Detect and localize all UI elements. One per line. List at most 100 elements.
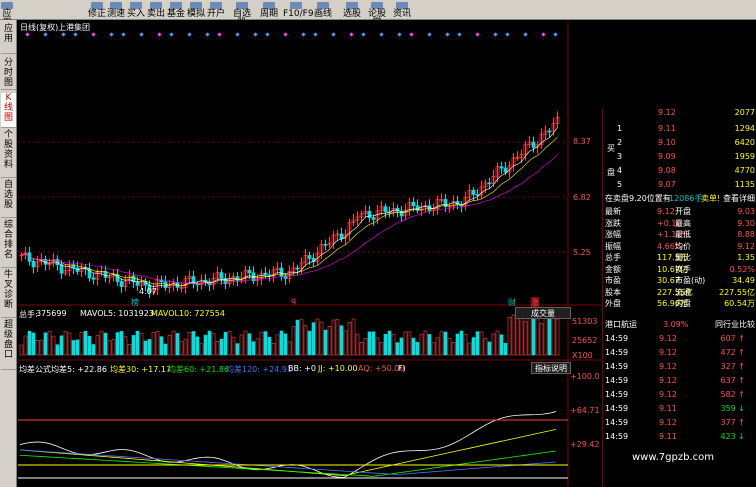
info-mine-icon (253, 32, 258, 37)
volume-bar (243, 330, 248, 356)
marker-q[interactable]: q (291, 296, 296, 305)
quote-cell: 9.12 (659, 362, 677, 371)
kline-chart-area[interactable]: 日线(复权) 上港集团 8.37 6.82 5.25 4.07 榜 q 财 涨 … (18, 20, 601, 487)
volume-bar (471, 337, 476, 356)
volume-bar (439, 331, 444, 356)
tick-row: 14:59 9.12 472 ↑ (603, 348, 756, 358)
volume-bar (487, 341, 492, 356)
sidebar-tab-5[interactable]: 综 合 排 名 (1, 220, 16, 268)
volume-bar (555, 318, 560, 356)
volume-bar (187, 332, 192, 356)
volume-bar (79, 332, 84, 356)
quote-cell: 637 ↑ (720, 376, 745, 385)
sidebar-tab-2[interactable]: K 线 图 (1, 93, 16, 128)
volume-bar (511, 314, 516, 356)
candle-body (59, 264, 64, 274)
volume-bar (123, 336, 128, 356)
info-mine-icon (109, 32, 114, 37)
tick-row: 14:59 9.12 637 ↑ (603, 376, 756, 386)
toolbar-button-2[interactable]: 测速 (107, 2, 125, 19)
toolbar-button-0[interactable]: 应用 (0, 2, 14, 28)
volume-bar (127, 343, 132, 356)
indicator-jc120: 均差120: +24.91 (226, 365, 293, 374)
toolbar-button-13[interactable]: 论股堂 (366, 2, 388, 28)
quote-cell: 振幅 (605, 241, 621, 251)
volume-bar (399, 337, 404, 356)
toolbar-button-7[interactable]: 开户 (207, 2, 225, 19)
sector-row: 港口航运 3.09% 同行业比较 (603, 320, 756, 330)
toolbar-button-12[interactable]: 选股 (342, 2, 362, 19)
toolbar-button-10[interactable]: F10/F9 (283, 2, 314, 19)
info-mine-icon (475, 32, 480, 37)
volume-bar (375, 337, 380, 356)
quote-cell: 9.12 (659, 334, 677, 343)
volume-bar (347, 322, 352, 356)
sidebar-tab-4[interactable]: 自 选 股 (1, 180, 16, 218)
volume-bar (91, 344, 96, 356)
info-mine-icon (301, 32, 306, 37)
volume-bar (215, 341, 220, 356)
toolbar-button-label: F10/F9 (283, 9, 314, 19)
indicator-axis-2: +64.71 (570, 406, 600, 415)
volume-bar (503, 342, 508, 356)
volume-indicator-button[interactable]: 成交量 (515, 307, 571, 319)
volume-bar (135, 330, 140, 356)
quote-cell: 377 ↑ (720, 418, 745, 427)
volume-bar (35, 340, 40, 356)
volume-bar (171, 330, 176, 356)
quote-cell: 423 ↓ (720, 432, 745, 441)
info-mine-icon (457, 32, 462, 37)
toolbar-button-label: 周期 (259, 9, 278, 19)
marker-bang[interactable]: 榜 (131, 297, 139, 308)
info-mine-icon (541, 32, 546, 37)
indicator-help-button[interactable]: 指标说明 (531, 362, 571, 374)
sidebar-tab-0[interactable]: 应 用 (1, 24, 16, 54)
volume-bar (459, 330, 464, 356)
volume-bar (55, 344, 60, 356)
volume-bar (527, 314, 532, 356)
chart-canvas[interactable] (18, 20, 601, 487)
indicator-bb: BB: +0 (288, 364, 317, 373)
toolbar-button-6[interactable]: 模拟 (187, 2, 205, 19)
sidebar-tab-7[interactable]: 超 级 盘 口 (1, 320, 16, 370)
volume-bar (343, 330, 348, 356)
toolbar-button-label: 买入 (127, 9, 146, 19)
price-axis-label-1: 8.37 (573, 137, 591, 146)
volume-bar (351, 318, 356, 356)
volume-bar (111, 339, 116, 356)
toolbar-icon (210, 2, 222, 9)
quote-cell: 14:59 (605, 404, 629, 413)
volume-axis-1: 51303 (572, 317, 598, 326)
volume-bar (151, 332, 156, 356)
toolbar-icon (1, 2, 13, 9)
quote-cell: 1 (617, 124, 623, 133)
quote-cell: 换手 (675, 264, 691, 274)
toolbar-button-4[interactable]: 卖出 (147, 2, 165, 19)
toolbar-button-11[interactable]: 画线 (313, 2, 333, 19)
candle-body (383, 206, 388, 213)
toolbar-button-1[interactable]: 修正 (88, 2, 106, 19)
toolbar-button-9[interactable]: 周期 (259, 2, 279, 19)
info-mine-icon (205, 32, 210, 37)
toolbar-button-14[interactable]: 资讯 (392, 2, 412, 19)
toolbar-button-5[interactable]: 基金 (167, 2, 185, 19)
sidebar-tab-1[interactable]: 分 时 图 (1, 58, 16, 90)
info-mine-icon (61, 32, 66, 37)
toolbar-icon (170, 2, 182, 9)
toolbar-button-8[interactable]: 自选股 (229, 2, 255, 28)
volume-bar (199, 343, 204, 356)
volume-bar (523, 321, 528, 356)
sidebar-tab-3[interactable]: 个 股 资 料 (1, 130, 16, 178)
quote-cell: 9.12 (659, 418, 677, 427)
quote-cell: 在卖盘9.20位置有 (605, 194, 671, 203)
quote-cell: 9.12 (659, 376, 677, 385)
toolbar-button-3[interactable]: 买入 (127, 2, 145, 19)
candle-body (263, 272, 268, 276)
volume-bar (395, 342, 400, 356)
quote-cell: 14:59 (605, 418, 629, 427)
quote-cell: 市盈(动) (675, 276, 706, 285)
volume-bar (19, 344, 24, 356)
indicator-jc5: 均差5: +22.86 (51, 365, 107, 374)
volume-bar (419, 333, 424, 356)
sidebar-tab-6[interactable]: 牛 叉 诊 断 (1, 270, 16, 318)
